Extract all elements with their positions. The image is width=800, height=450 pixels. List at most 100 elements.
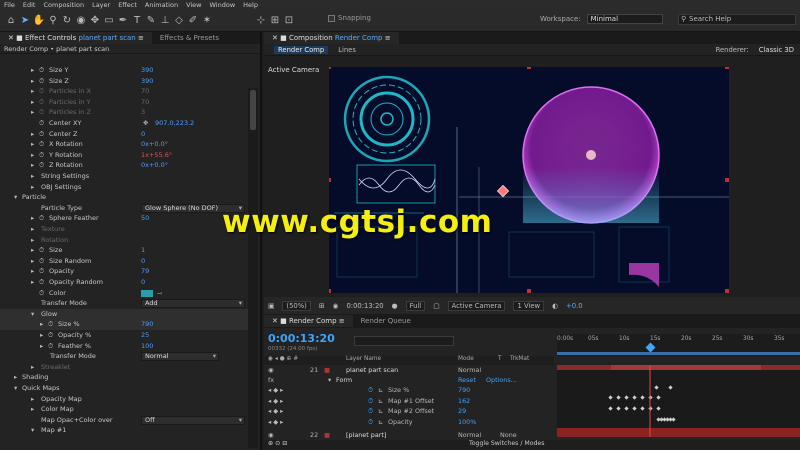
layer-trkmat[interactable]: None [500, 430, 517, 441]
stopwatch-icon[interactable]: ⏱ [39, 245, 44, 256]
property-row[interactable]: ▸ Shading [0, 372, 248, 383]
disclosure-triangle-icon[interactable]: ▾ [31, 309, 34, 320]
color-channel-icon[interactable]: ● [392, 302, 398, 310]
snapping-checkbox[interactable] [328, 14, 335, 22]
camera-tool-icon[interactable]: ◉ [74, 13, 88, 29]
property-value[interactable]: 25 [141, 330, 149, 341]
property-row[interactable]: ▸ Color Map [0, 404, 248, 415]
property-value[interactable]: 3 [141, 107, 145, 118]
property-row[interactable]: ⏱ Center XY ✥ 907.0,223.2 [0, 118, 248, 129]
puppet-tool-icon[interactable]: ✶ [200, 13, 214, 29]
menu-item-file[interactable]: File [4, 1, 15, 9]
menu-item-window[interactable]: Window [210, 1, 236, 9]
always-preview-icon[interactable]: ▣ [268, 302, 274, 310]
flow-comp-lines[interactable]: Lines [338, 46, 356, 54]
property-value[interactable]: 79 [141, 266, 149, 277]
tab-timeline-render-comp[interactable]: ✕ ■ Render Comp ≡ [264, 315, 353, 327]
render-canvas[interactable] [329, 67, 729, 293]
effect-name[interactable]: Form [336, 375, 352, 386]
disclosure-triangle-icon[interactable]: ▸ [31, 224, 34, 235]
stopwatch-icon[interactable]: ⏱ [39, 213, 44, 224]
property-row[interactable]: ▾ Particle [0, 192, 248, 203]
property-row[interactable]: Particle Type Glow Sphere (No DOF) [0, 203, 248, 214]
tab-render-queue[interactable]: Render Queue [353, 315, 419, 327]
property-row[interactable]: ▸ ⏱ Size Z 390 [0, 76, 248, 87]
keyframe-nav-icon[interactable]: ◂ ◆ ▸ [268, 417, 283, 428]
snapshot-icon[interactable]: ◉ [333, 302, 339, 310]
property-row[interactable]: ▸ Rotation [0, 235, 248, 246]
property-row[interactable]: ▸ ⏱ Opacity % 25 [0, 330, 248, 341]
snapping-control[interactable]: Snapping [328, 14, 371, 22]
disclosure-triangle-icon[interactable]: ▸ [31, 362, 34, 373]
property-row[interactable]: ▾ Glow [0, 308, 248, 320]
hand-tool-icon[interactable]: ✋ [32, 13, 46, 29]
panel-scrollbar[interactable] [248, 88, 258, 448]
disclosure-triangle-icon[interactable]: ▾ [328, 375, 331, 386]
disclosure-triangle-icon[interactable]: ▸ [31, 97, 34, 108]
timeline-timecode[interactable]: 0:00:13:20 [268, 332, 335, 345]
exposure-value[interactable]: +0.0 [566, 302, 583, 310]
menu-item-layer[interactable]: Layer [92, 1, 110, 9]
menu-item-help[interactable]: Help [243, 1, 258, 9]
pan-behind-tool-icon[interactable]: ✥ [88, 13, 102, 29]
property-row[interactable]: ▸ ⏱ Feather % 100 [0, 341, 248, 352]
disclosure-triangle-icon[interactable]: ▸ [31, 139, 34, 150]
axis-local-icon[interactable]: ⊹ [254, 13, 268, 29]
menu-item-animation[interactable]: Animation [145, 1, 178, 9]
layer-mode[interactable]: Normal [458, 365, 481, 376]
property-row[interactable]: ▸ OBJ Settings [0, 182, 248, 193]
disclosure-triangle-icon[interactable]: ▸ [31, 129, 34, 140]
zoom-select[interactable]: (50%) [282, 300, 311, 311]
disclosure-triangle-icon[interactable]: ▸ [31, 277, 34, 288]
property-value[interactable]: 0x+0.0° [141, 139, 168, 150]
property-value[interactable]: 1 [141, 245, 145, 256]
disclosure-triangle-icon[interactable]: ▸ [40, 330, 43, 341]
property-value[interactable]: 162 [458, 396, 470, 407]
property-value[interactable]: 50 [141, 213, 149, 224]
rotate-tool-icon[interactable]: ↻ [60, 13, 74, 29]
property-row[interactable]: ▸ ⏱ Size 1 [0, 245, 248, 256]
property-value[interactable]: 390 [141, 65, 153, 76]
property-value[interactable]: 907.0,223.2 [155, 118, 194, 129]
disclosure-triangle-icon[interactable]: ▾ [14, 192, 17, 203]
effect-options[interactable]: Options... [486, 375, 517, 386]
property-row[interactable]: Transfer Mode Normal [0, 351, 248, 362]
property-row[interactable]: ▸ Opacity Map [0, 394, 248, 405]
property-row[interactable]: ▸ ⏱ Center Z 0 [0, 129, 248, 140]
property-row[interactable]: ▸ ⏱ Size % 790 [0, 319, 248, 330]
stopwatch-icon[interactable]: ⏱ [39, 107, 44, 118]
property-row[interactable]: Map Opac+Color over Off [0, 415, 248, 426]
property-row[interactable]: ▸ ⏱ Opacity 79 [0, 266, 248, 277]
eraser-tool-icon[interactable]: ◇ [172, 13, 186, 29]
property-row[interactable]: ▸ ⏱ Particles in Y 70 [0, 97, 248, 108]
stopwatch-icon[interactable]: ⏱ [39, 129, 44, 140]
keyframe-nav-icon[interactable]: ◂ ◆ ▸ [268, 406, 283, 417]
disclosure-triangle-icon[interactable]: ▾ [14, 383, 17, 394]
keyframe-nav-icon[interactable]: ◂ ◆ ▸ [268, 396, 283, 407]
stopwatch-icon[interactable]: ⏱ [39, 76, 44, 87]
disclosure-triangle-icon[interactable]: ▸ [31, 107, 34, 118]
type-tool-icon[interactable]: T [130, 13, 144, 29]
layer-name[interactable]: planet part scan [346, 365, 398, 376]
effect-reset[interactable]: Reset [458, 375, 476, 386]
disclosure-triangle-icon[interactable]: ▸ [31, 150, 34, 161]
disclosure-triangle-icon[interactable]: ▸ [31, 404, 34, 415]
toggle-switches-modes[interactable]: Toggle Switches / Modes [469, 440, 544, 447]
roto-tool-icon[interactable]: ✐ [186, 13, 200, 29]
stopwatch-icon[interactable]: ⏱ [39, 150, 44, 161]
close-icon[interactable]: ✕ ■ [8, 34, 25, 42]
property-value[interactable]: 0 [141, 277, 145, 288]
property-value[interactable]: 790 [458, 385, 470, 396]
stopwatch-icon[interactable]: ⏱ [48, 341, 53, 352]
property-value[interactable]: 70 [141, 86, 149, 97]
stopwatch-icon[interactable]: ⏱ [39, 139, 44, 150]
grid-icon[interactable]: ⊞ [319, 302, 325, 310]
tab-effect-controls[interactable]: ✕ ■ Effect Controls planet part scan ≡ [0, 32, 152, 44]
disclosure-triangle-icon[interactable]: ▸ [31, 160, 34, 171]
disclosure-triangle-icon[interactable]: ▸ [31, 256, 34, 267]
property-value[interactable]: 1x+55.6° [141, 150, 172, 161]
disclosure-triangle-icon[interactable]: ▸ [31, 65, 34, 76]
roi-icon[interactable]: ▢ [433, 302, 439, 310]
stopwatch-icon[interactable]: ⏱ [39, 266, 44, 277]
selection-tool-icon[interactable]: ➤ [18, 13, 32, 29]
